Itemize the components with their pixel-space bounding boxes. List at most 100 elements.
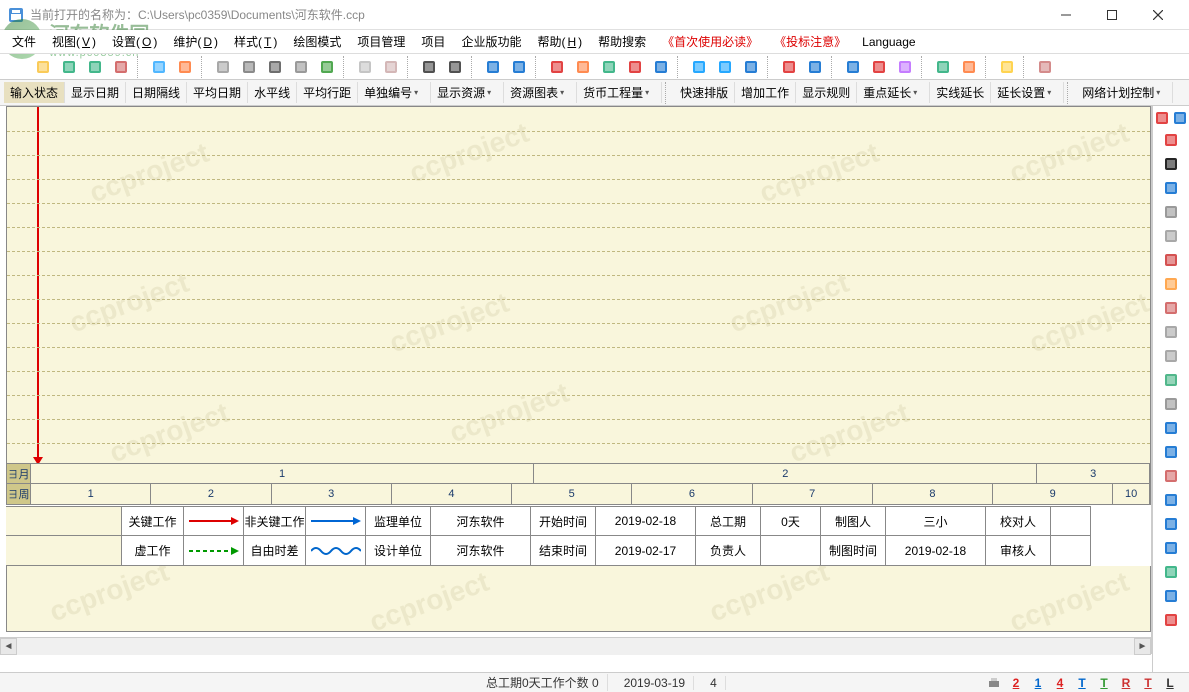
hl-icon[interactable] xyxy=(1153,274,1189,294)
menu-item-8[interactable]: 企业版功能 xyxy=(455,31,527,52)
style-green-icon[interactable] xyxy=(597,56,621,78)
copy-icon[interactable] xyxy=(353,56,377,78)
find-icon[interactable] xyxy=(417,56,441,78)
globe-icon[interactable] xyxy=(1153,562,1189,582)
node2-icon[interactable] xyxy=(713,56,737,78)
drop-icon[interactable] xyxy=(237,56,261,78)
menu-item-7[interactable]: 项目 xyxy=(415,31,451,52)
status-indicator-3[interactable]: T xyxy=(1073,675,1091,691)
status-indicator-6[interactable]: T xyxy=(1139,675,1157,691)
toolbar2-item-3[interactable]: 平均日期 xyxy=(187,82,248,103)
date-icon[interactable] xyxy=(211,56,235,78)
toolbar2-item-12[interactable]: 增加工作 xyxy=(735,82,796,103)
scroll-right-button[interactable]: ► xyxy=(1134,638,1151,655)
toolbar2-item-15[interactable]: 实线延长 xyxy=(930,82,991,103)
align-icon[interactable] xyxy=(777,56,801,78)
layers-icon[interactable] xyxy=(1153,322,1189,342)
target-icon[interactable] xyxy=(957,56,981,78)
scroll-left-button[interactable]: ◄ xyxy=(0,638,17,655)
ruler-icon[interactable] xyxy=(1153,178,1189,198)
bars-red-icon[interactable] xyxy=(867,56,891,78)
zoom-icon[interactable] xyxy=(1153,514,1189,534)
wand-icon[interactable] xyxy=(893,56,917,78)
save-all-icon[interactable] xyxy=(83,56,107,78)
gantt-canvas[interactable]: ccprojectccprojectccprojectccprojectccpr… xyxy=(6,106,1151,464)
status-indicator-5[interactable]: R xyxy=(1117,675,1135,691)
bulb-icon[interactable] xyxy=(995,56,1019,78)
toolbar2-item-14[interactable]: 重点延长▾ xyxy=(857,82,930,103)
cursor-icon[interactable] xyxy=(1153,154,1189,174)
menu-item-13[interactable]: Language xyxy=(856,33,921,51)
toolbar2-item-7[interactable]: 显示资源▾ xyxy=(431,82,504,103)
rect-icon[interactable] xyxy=(1153,466,1189,486)
plus-icon[interactable] xyxy=(315,56,339,78)
spt-icon[interactable] xyxy=(1153,250,1189,270)
horizontal-scrollbar[interactable]: ◄ ► xyxy=(0,637,1151,654)
menu-item-2[interactable]: 设置(O) xyxy=(106,31,163,52)
move-cross-icon[interactable] xyxy=(1153,108,1171,128)
menu-item-6[interactable]: 项目管理 xyxy=(351,31,411,52)
cursor-red-icon[interactable] xyxy=(1153,130,1189,150)
find-drop-icon[interactable] xyxy=(443,56,467,78)
toolbar2-item-13[interactable]: 显示规则 xyxy=(796,82,857,103)
text-icon[interactable] xyxy=(1153,298,1189,318)
menu-item-10[interactable]: 帮助搜索 xyxy=(592,31,652,52)
undo-icon[interactable] xyxy=(481,56,505,78)
move-diag-icon[interactable] xyxy=(1171,108,1189,128)
eraser-icon[interactable] xyxy=(1153,202,1189,222)
menu-item-12[interactable]: 《投标注意》 xyxy=(768,31,852,52)
toolbar2-item-2[interactable]: 日期隔线 xyxy=(126,82,187,103)
chart-icon[interactable] xyxy=(173,56,197,78)
stamp-icon[interactable] xyxy=(1033,56,1057,78)
toolbar2-item-9[interactable]: 货币工程量▾ xyxy=(577,82,662,103)
status-indicator-0[interactable]: 2 xyxy=(1007,675,1025,691)
minimize-button[interactable] xyxy=(1043,0,1089,30)
bars-icon[interactable] xyxy=(841,56,865,78)
redo-icon[interactable] xyxy=(507,56,531,78)
bars-v-icon[interactable] xyxy=(1153,610,1189,630)
doc-link-icon[interactable] xyxy=(147,56,171,78)
menu-item-11[interactable]: 《首次使用必读》 xyxy=(656,31,764,52)
magnify-icon[interactable] xyxy=(1153,538,1189,558)
gear-icon[interactable] xyxy=(263,56,287,78)
toolbar2-item-18[interactable]: 网络计划控制▾ xyxy=(1076,82,1173,103)
toolbar2-item-8[interactable]: 资源图表▾ xyxy=(504,82,577,103)
vline-icon[interactable] xyxy=(1153,418,1189,438)
menu-item-3[interactable]: 维护(D) xyxy=(167,31,224,52)
style-orange-icon[interactable] xyxy=(571,56,595,78)
line-icon[interactable] xyxy=(739,56,763,78)
style-red-icon[interactable] xyxy=(545,56,569,78)
layers2-icon[interactable] xyxy=(1153,346,1189,366)
chart2-icon[interactable] xyxy=(649,56,673,78)
scroll-track[interactable] xyxy=(17,638,1134,655)
dots-icon[interactable] xyxy=(289,56,313,78)
menu-item-1[interactable]: 视图(V) xyxy=(46,31,102,52)
toolbar2-item-0[interactable]: 输入状态 xyxy=(4,82,65,103)
vline2-icon[interactable] xyxy=(1153,442,1189,462)
menu-item-9[interactable]: 帮助(H) xyxy=(531,31,588,52)
node-icon[interactable] xyxy=(687,56,711,78)
print-icon[interactable] xyxy=(985,675,1003,691)
close-button[interactable] xyxy=(1135,0,1181,30)
status-indicator-7[interactable]: L xyxy=(1161,675,1179,691)
status-indicator-4[interactable]: T xyxy=(1095,675,1113,691)
toolbar2-item-11[interactable]: 快速排版 xyxy=(674,82,735,103)
align2-icon[interactable] xyxy=(803,56,827,78)
status-indicator-2[interactable]: 4 xyxy=(1051,675,1069,691)
toolbar2-item-5[interactable]: 平均行距 xyxy=(297,82,358,103)
poly-icon[interactable] xyxy=(1153,226,1189,246)
toolbar2-item-16[interactable]: 延长设置▾ xyxy=(991,82,1064,103)
new-file-icon[interactable] xyxy=(5,56,29,78)
menu-item-4[interactable]: 样式(T) xyxy=(228,31,283,52)
menu-item-0[interactable]: 文件 xyxy=(6,31,42,52)
status-indicator-1[interactable]: 1 xyxy=(1029,675,1047,691)
toolbar2-item-6[interactable]: 单独编号▾ xyxy=(358,82,431,103)
cube-icon[interactable] xyxy=(1153,394,1189,414)
save-icon[interactable] xyxy=(57,56,81,78)
open-folder-icon[interactable] xyxy=(31,56,55,78)
diamond-icon[interactable] xyxy=(1153,370,1189,390)
style-red2-icon[interactable] xyxy=(623,56,647,78)
export-icon[interactable] xyxy=(109,56,133,78)
menu-item-5[interactable]: 绘图模式 xyxy=(287,31,347,52)
screen-icon[interactable] xyxy=(931,56,955,78)
